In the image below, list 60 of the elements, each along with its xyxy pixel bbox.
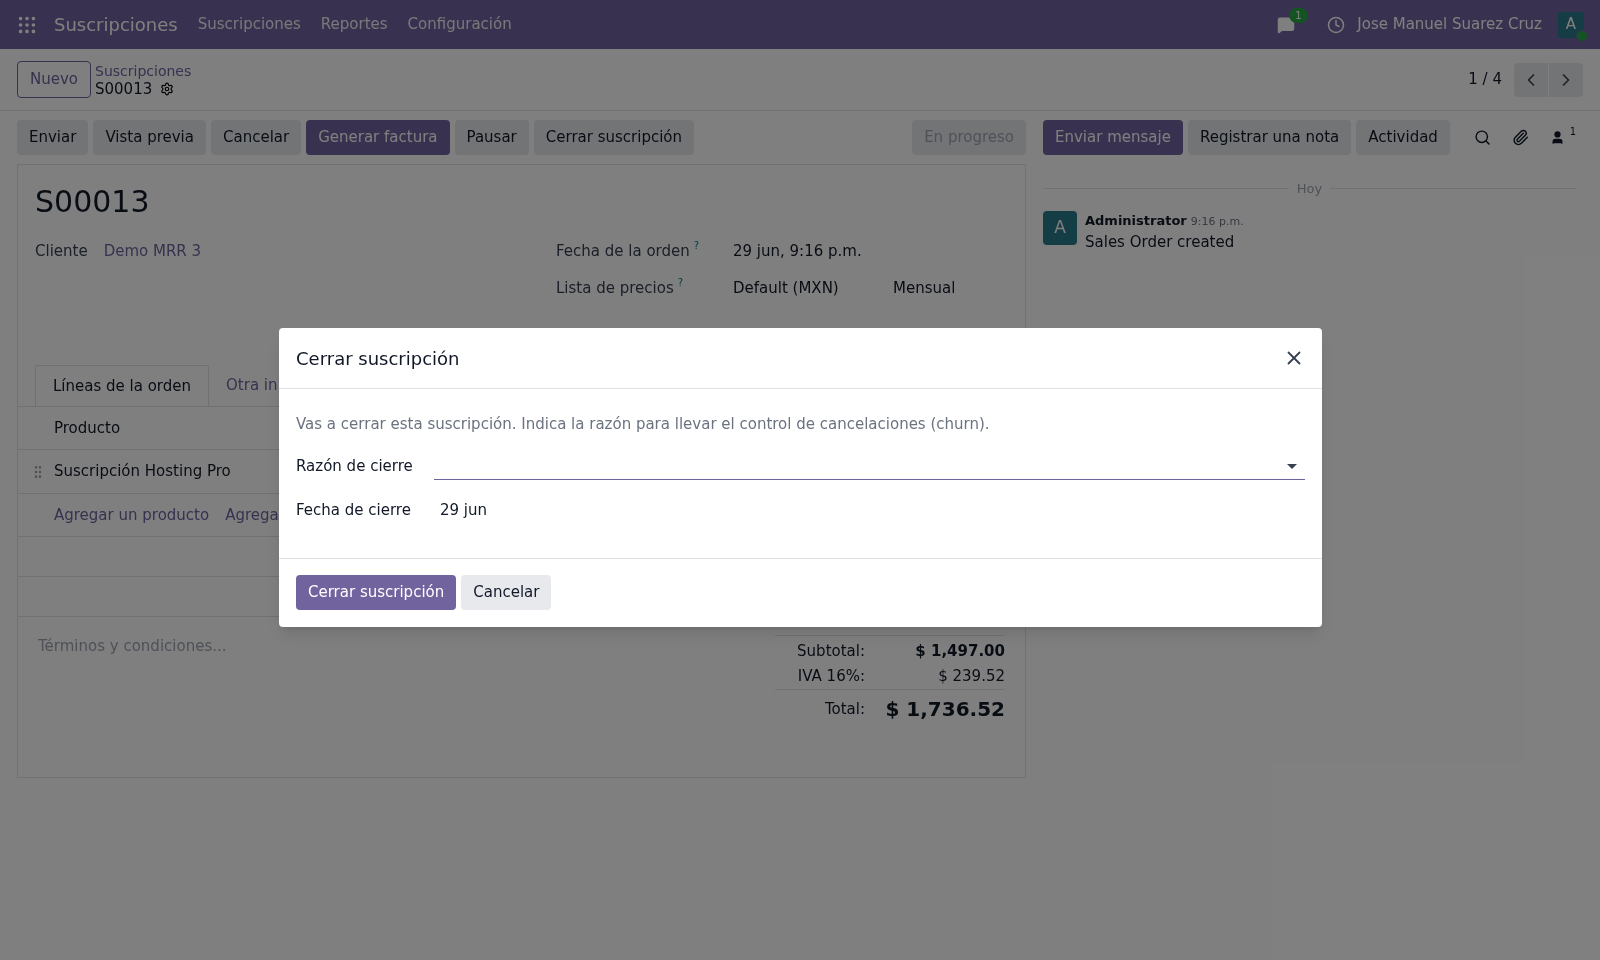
action-button[interactable]: Enviar — [17, 120, 89, 155]
new-button[interactable]: Nuevo — [17, 61, 91, 98]
total-value: $ 239.52 — [937, 665, 1005, 687]
pager-value: 1 / 4 — [1468, 69, 1502, 91]
followers-icon[interactable] — [1549, 130, 1565, 145]
followers-count: 1 — [1569, 125, 1576, 139]
app-name: Suscripciones — [54, 13, 178, 37]
action-button[interactable]: Cerrar suscripción — [533, 120, 695, 155]
record-name: S00013 — [95, 79, 153, 98]
message-count: 1 — [1289, 7, 1308, 23]
customer-link[interactable]: Demo MRR 3 — [103, 240, 202, 299]
date-field[interactable]: 29 jun — [434, 497, 1305, 524]
total-value: $ 1,497.00 — [914, 641, 1005, 662]
caret-icon — [1287, 463, 1297, 469]
total-label: Subtotal: — [796, 641, 865, 662]
field-label: Cliente — [35, 241, 88, 262]
tab[interactable]: Líneas de la orden — [35, 365, 210, 406]
message-time: 9:16 p.m. — [1190, 213, 1244, 230]
column-header: Producto — [54, 417, 121, 439]
dialog-title: Cerrar suscripción — [296, 346, 460, 371]
chatter-button[interactable]: Actividad — [1356, 120, 1450, 155]
chatter-button[interactable]: Registrar una nota — [1187, 120, 1352, 155]
paperclip-icon[interactable] — [1511, 129, 1529, 146]
table-cell-text: Suscripción Hosting Pro — [54, 461, 231, 483]
field-label: Razón de cierre — [296, 456, 414, 478]
user-avatar[interactable]: A — [1558, 11, 1584, 38]
action-button[interactable]: Vista previa — [93, 120, 206, 155]
chatter-button[interactable]: Enviar mensaje — [1043, 120, 1183, 155]
add-line-link[interactable]: Agregar un producto — [54, 503, 210, 527]
total-label: IVA 16%: — [796, 665, 865, 687]
clock-icon[interactable] — [1327, 15, 1346, 34]
menu-link[interactable]: Reportes — [320, 13, 388, 36]
author-avatar: A — [1043, 210, 1077, 245]
message-body: Sales Order created — [1085, 231, 1236, 252]
search-icon[interactable] — [1473, 129, 1491, 146]
user-name[interactable]: Jose Manuel Suarez Cruz — [1357, 13, 1542, 36]
field-value: Mensual — [893, 277, 957, 299]
action-button[interactable]: Pausar — [454, 120, 529, 155]
add-line-link[interactable]: Agrega — [225, 503, 279, 527]
field-label: Fecha de cierre — [296, 500, 412, 522]
gear-icon[interactable] — [160, 81, 175, 96]
dialog-button[interactable]: Cerrar suscripción — [296, 575, 457, 610]
action-button[interactable]: Cancelar — [211, 120, 302, 155]
help-tooltip-mark[interactable]: ? — [677, 276, 683, 289]
field-value: Default (MXN) — [733, 277, 840, 299]
dialog-text: Vas a cerrar esta suscripción. Indica la razón para llevar el control de cancelaciones (churn). — [296, 414, 991, 435]
help-tooltip-mark[interactable]: ? — [693, 240, 700, 252]
total-value: $ 1,736.52 — [884, 696, 1005, 723]
menu-link[interactable]: Configuración — [407, 13, 512, 36]
dialog-button[interactable]: Cancelar — [461, 575, 552, 610]
action-button[interactable]: Generar factura — [306, 120, 450, 155]
field-label: Lista de precios — [556, 277, 674, 299]
field-label: Fecha de la orden — [556, 241, 690, 262]
breadcrumb-link[interactable]: Suscripciones — [95, 61, 192, 80]
menu-link[interactable]: Suscripciones — [197, 13, 301, 36]
total-label: Total: — [823, 698, 865, 720]
tab[interactable]: Otra in — [209, 365, 295, 406]
author-name: Administrator — [1085, 211, 1187, 230]
field-value: 29 jun, 9:16 p.m. — [733, 241, 863, 262]
record-title: S00013 — [34, 183, 151, 221]
